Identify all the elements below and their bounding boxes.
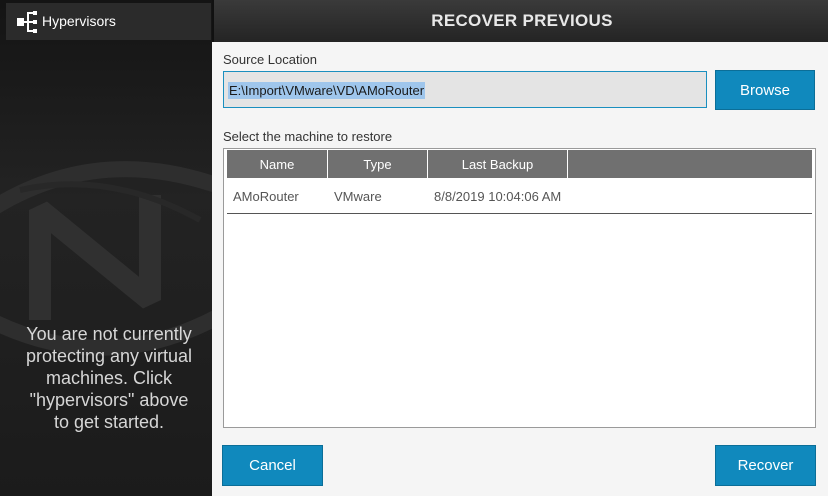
dialog-titlebar: RECOVER PREVIOUS xyxy=(212,0,828,42)
hypervisors-label: Hypervisors xyxy=(42,13,116,29)
cell-name: AMoRouter xyxy=(233,188,299,204)
column-header-filler xyxy=(568,150,812,178)
column-header-name[interactable]: Name xyxy=(227,150,328,178)
source-location-label: Source Location xyxy=(223,52,317,67)
dialog-content: Source Location E:\Import\VMware\VD\AMoR… xyxy=(212,42,828,496)
column-header-last-backup[interactable]: Last Backup xyxy=(428,150,568,178)
dialog-title: RECOVER PREVIOUS xyxy=(431,11,613,30)
sidebar: Hypervisors You are not currently protec… xyxy=(0,0,212,496)
source-location-input[interactable] xyxy=(223,71,707,108)
recover-button[interactable]: Recover xyxy=(715,445,816,486)
table-header: Name Type Last Backup xyxy=(227,150,812,178)
hierarchy-icon xyxy=(17,11,37,33)
column-header-type[interactable]: Type xyxy=(328,150,428,178)
cell-type: VMware xyxy=(334,188,382,204)
table-row[interactable]: AMoRouter VMware 8/8/2019 10:04:06 AM xyxy=(227,179,812,214)
empty-state-message: You are not currently protecting any vir… xyxy=(25,324,193,432)
hypervisors-button[interactable]: Hypervisors xyxy=(6,3,211,40)
browse-button[interactable]: Browse xyxy=(715,70,815,110)
select-machine-label: Select the machine to restore xyxy=(223,129,393,144)
recover-previous-dialog: RECOVER PREVIOUS Source Location E:\Impo… xyxy=(212,0,828,496)
cell-last-backup: 8/8/2019 10:04:06 AM xyxy=(434,188,562,204)
machine-table: Name Type Last Backup AMoRouter VMware 8… xyxy=(223,148,816,428)
cancel-button[interactable]: Cancel xyxy=(222,445,323,486)
